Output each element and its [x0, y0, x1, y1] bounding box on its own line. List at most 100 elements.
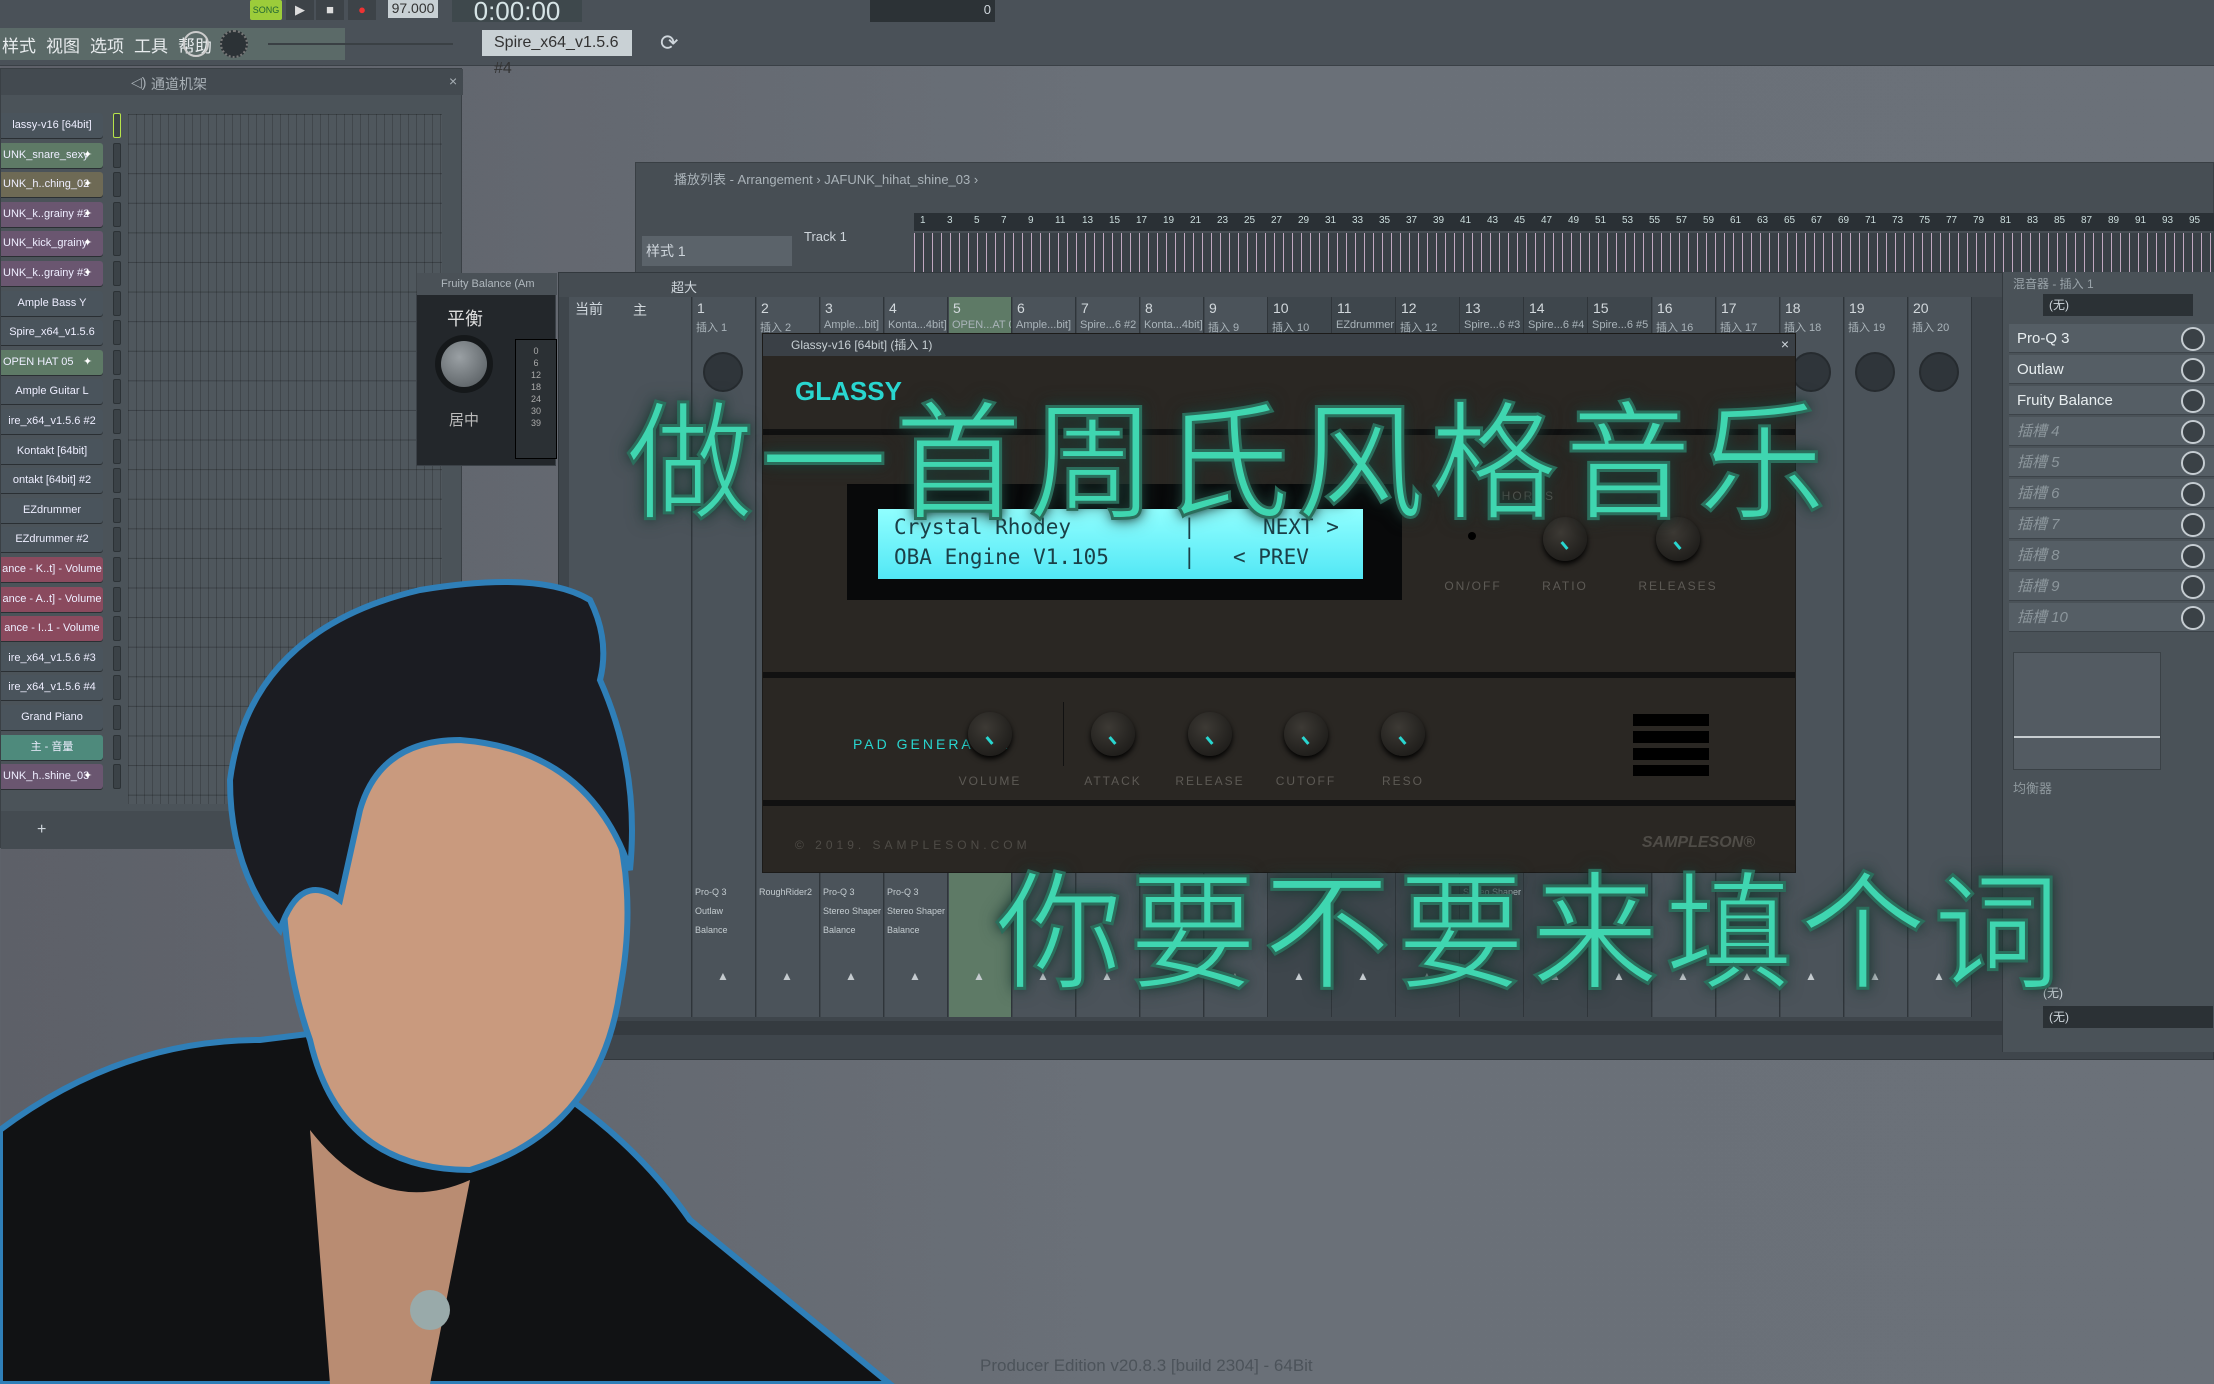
stop-icon[interactable]: ■	[316, 0, 344, 20]
prev-preset-button[interactable]: < PREV	[1233, 545, 1309, 569]
bar-number: 57	[1676, 215, 1688, 226]
slot-label: 插槽 7	[2017, 516, 2060, 533]
knob-release[interactable]	[1188, 712, 1232, 756]
slot-label: 插槽 6	[2017, 485, 2060, 502]
track-number: 13	[1465, 300, 1481, 316]
track-number: 12	[1401, 300, 1417, 316]
channel-button[interactable]: EZdrummer #2	[1, 527, 103, 553]
channel-button[interactable]: ontakt [64bit] #2	[1, 468, 103, 494]
channel-select-led[interactable]	[113, 468, 121, 494]
slot-label: 插槽 4	[2017, 423, 2060, 440]
knob-volume[interactable]	[968, 712, 1012, 756]
channel-button[interactable]: Kontakt [64bit]	[1, 438, 103, 464]
eq-graph[interactable]	[2013, 652, 2161, 770]
channel-button[interactable]: Ample Bass Y	[1, 290, 103, 316]
track-number: 18	[1785, 300, 1801, 316]
channel-select-led[interactable]	[113, 113, 121, 138]
scale-tick: 39	[530, 418, 541, 428]
mixer-size-label[interactable]: 超大	[671, 277, 697, 296]
tempo-display[interactable]: 97.000	[388, 0, 438, 18]
pan-knob[interactable]	[1919, 352, 1959, 392]
pattern-item[interactable]: 样式 1	[642, 236, 792, 266]
waveform-icon: ✦	[83, 178, 93, 191]
close-icon[interactable]: ×	[449, 73, 457, 89]
insert-slot[interactable]: 插槽 7	[2009, 510, 2214, 539]
close-icon[interactable]: ×	[1781, 336, 1789, 352]
track-name: Spire...6 #3	[1464, 319, 1521, 331]
pan-knob[interactable]	[1855, 352, 1895, 392]
slot-mix-knob[interactable]	[2181, 544, 2205, 568]
channel-select-led[interactable]	[113, 290, 121, 316]
record-icon[interactable]: ●	[348, 0, 376, 20]
channel-select-led[interactable]	[113, 231, 121, 257]
insert-slot[interactable]: 插槽 4	[2009, 417, 2214, 446]
channel-button[interactable]: Ample Guitar L	[1, 379, 103, 405]
knob-reso[interactable]	[1381, 712, 1425, 756]
play-icon[interactable]: ▶	[286, 0, 314, 20]
pattern-selector[interactable]: Spire_x64_v1.5.6 #4	[482, 30, 632, 77]
knob-cutoff[interactable]	[1284, 712, 1328, 756]
menu-item[interactable]: 样式	[2, 32, 36, 57]
input-select[interactable]: (无)	[2043, 294, 2193, 316]
knob-label: RESO	[1381, 774, 1424, 788]
slot-mix-knob[interactable]	[2181, 575, 2205, 599]
insert-slot[interactable]: 插槽 9	[2009, 572, 2214, 601]
channel-select-led[interactable]	[113, 349, 121, 375]
insert-slot[interactable]: 插槽 8	[2009, 541, 2214, 570]
insert-slot[interactable]: 插槽 5	[2009, 448, 2214, 477]
channel-button[interactable]: Spire_x64_v1.5.6	[1, 320, 103, 346]
channel-select-led[interactable]	[113, 142, 121, 168]
bar-number: 1	[920, 215, 926, 226]
channel-button[interactable]: ire_x64_v1.5.6 #2	[1, 409, 103, 434]
bar-number: 15	[1109, 215, 1121, 226]
master-pitch-knob[interactable]	[220, 30, 248, 58]
menu-item[interactable]: 工具	[134, 32, 168, 57]
insert-slot[interactable]: Pro-Q 3	[2009, 324, 2214, 353]
refresh-icon[interactable]: ⟳	[660, 30, 678, 56]
insert-slot[interactable]: 插槽 10	[2009, 603, 2214, 632]
slot-mix-knob[interactable]	[2181, 451, 2205, 475]
song-mode-button[interactable]: SONG	[250, 0, 282, 20]
slot-mix-knob[interactable]	[2181, 606, 2205, 630]
output-select[interactable]: (无)	[2043, 1006, 2213, 1028]
channel-button[interactable]: EZdrummer	[1, 497, 103, 523]
track-name: OPEN...AT 05	[952, 319, 1011, 331]
slot-mix-knob[interactable]	[2181, 482, 2205, 506]
channel-select-led[interactable]	[113, 497, 121, 523]
track-number: 4	[889, 300, 897, 316]
timeline-ruler[interactable]: 1 3 5 7 9 11 13 15 17 19 21 23 25 27 29 31 33 35 37 39 41 43 4…	[914, 213, 2214, 231]
slot-mix-knob[interactable]	[2181, 420, 2205, 444]
track-number: 11	[1337, 300, 1352, 316]
hihat-clip[interactable]	[914, 233, 2214, 273]
route-arrow-icon[interactable]: ▲	[909, 969, 921, 983]
master-volume-knob[interactable]	[183, 31, 209, 57]
bar-number: 39	[1433, 215, 1445, 226]
track-label[interactable]: Track 1	[804, 229, 847, 244]
insert-slot[interactable]: Outlaw	[2009, 355, 2214, 384]
channel-select-led[interactable]	[113, 201, 121, 227]
menu-item[interactable]: 视图	[46, 32, 80, 57]
menu-item[interactable]: 选项	[90, 32, 124, 57]
balance-knob[interactable]	[441, 341, 487, 387]
insert-slot[interactable]: 插槽 6	[2009, 479, 2214, 508]
slot-mix-knob[interactable]	[2181, 389, 2205, 413]
slot-mix-knob[interactable]	[2181, 358, 2205, 382]
slot-mix-knob[interactable]	[2181, 327, 2205, 351]
channel-select-led[interactable]	[113, 320, 121, 346]
playlist-breadcrumb: 播放列表 - Arrangement › JAFUNK_hihat_shine_…	[674, 172, 979, 187]
channel-select-led[interactable]	[113, 527, 121, 553]
route-arrow-icon[interactable]: ▲	[973, 969, 985, 983]
slot-mix-knob[interactable]	[2181, 513, 2205, 537]
channel-select-led[interactable]	[113, 409, 121, 434]
channel-select-led[interactable]	[113, 172, 121, 198]
cpu-meter: 0	[870, 0, 995, 22]
channel-select-led[interactable]	[113, 379, 121, 405]
channel-button[interactable]: lassy-v16 [64bit]	[1, 113, 103, 138]
position-slider[interactable]	[268, 43, 453, 45]
channel-select-led[interactable]	[113, 261, 121, 286]
bar-number: 25	[1244, 215, 1256, 226]
bar-number: 37	[1406, 215, 1418, 226]
knob-attack[interactable]	[1091, 712, 1135, 756]
channel-select-led[interactable]	[113, 438, 121, 464]
insert-slot[interactable]: Fruity Balance	[2009, 386, 2214, 415]
